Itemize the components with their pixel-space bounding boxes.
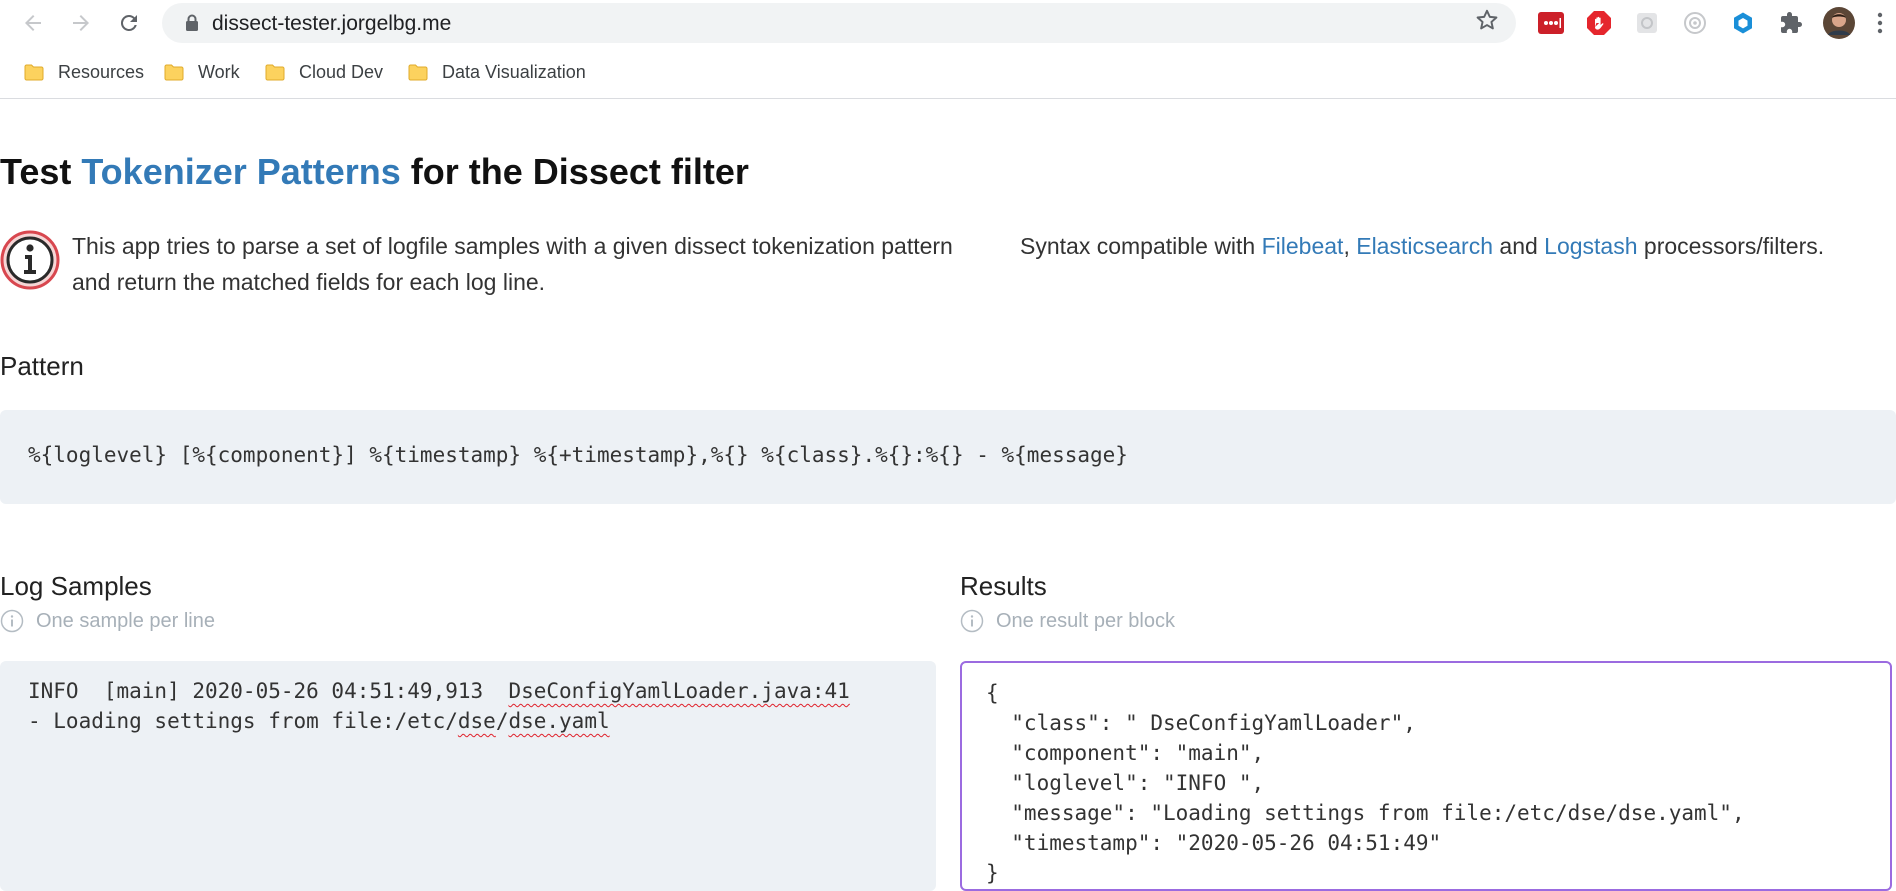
kebab-menu-icon[interactable] — [1870, 6, 1890, 40]
results-hint: One result per block — [960, 609, 1175, 633]
hint-info-icon — [0, 609, 24, 633]
bookmark-label: Work — [198, 61, 240, 82]
star-icon[interactable] — [1474, 7, 1500, 40]
syntax-suffix: processors/filters. — [1637, 233, 1825, 259]
folder-icon — [265, 64, 285, 81]
cube-extension-icon[interactable] — [1726, 6, 1760, 40]
result-line: "loglevel": "INFO ", — [986, 771, 1265, 795]
syntax-prefix: Syntax compatible with — [1020, 233, 1262, 259]
result-line: } — [986, 861, 999, 885]
profile-avatar[interactable] — [1822, 6, 1856, 40]
results-textarea[interactable]: { "class": " DseConfigYamlLoader", "comp… — [960, 661, 1892, 891]
result-line: "class": " DseConfigYamlLoader", — [986, 711, 1416, 735]
bookmark-label: Cloud Dev — [299, 61, 384, 82]
spellcheck-word: DseConfigYamlLoader.java:41 — [508, 679, 850, 703]
folder-icon — [164, 64, 184, 81]
syntax-comma: , — [1343, 233, 1357, 259]
logstash-link[interactable]: Logstash — [1544, 233, 1637, 259]
result-line: "timestamp": "2020-05-26 04:51:49" — [986, 831, 1442, 855]
log-samples-textarea[interactable]: INFO [main] 2020-05-26 04:51:49,913 DseC… — [0, 661, 936, 891]
url-text: dissect-tester.jorgelbg.me — [212, 12, 452, 35]
bookmark-resources[interactable]: Resources — [24, 55, 144, 89]
pattern-input[interactable]: %{loglevel} [%{component}] %{timestamp} … — [0, 410, 1896, 504]
log-samples-hint: One sample per line — [0, 609, 215, 633]
back-arrow-icon[interactable] — [16, 6, 50, 40]
results-content: { "class": " DseConfigYamlLoader", "comp… — [986, 678, 1745, 888]
result-line: "message": "Loading settings from file:/… — [986, 801, 1745, 825]
adblock-extension-icon[interactable] — [1582, 6, 1616, 40]
grey-extension-icon[interactable] — [1630, 6, 1664, 40]
result-line: "component": "main", — [986, 741, 1265, 765]
results-heading: Results — [960, 571, 1047, 601]
forward-arrow-icon[interactable] — [64, 6, 98, 40]
bookmark-data-visualization[interactable]: Data Visualization — [408, 55, 586, 89]
sample-text: INFO [main] 2020-05-26 04:51:49,913 — [28, 679, 509, 703]
log-samples-content: INFO [main] 2020-05-26 04:51:49,913 DseC… — [28, 676, 850, 736]
folder-icon — [408, 64, 428, 81]
log-samples-heading: Log Samples — [0, 571, 152, 601]
bookmark-work[interactable]: Work — [164, 55, 240, 89]
page-title: Test Tokenizer Patterns for the Dissect … — [0, 151, 749, 193]
lastpass-extension-icon[interactable] — [1534, 6, 1568, 40]
pattern-heading: Pattern — [0, 351, 84, 381]
extensions-icon[interactable] — [1774, 6, 1808, 40]
hint-text: One sample per line — [36, 609, 215, 632]
spellcheck-word: dse — [457, 709, 496, 733]
spellcheck-word: dse.yaml — [508, 709, 610, 733]
elasticsearch-link[interactable]: Elasticsearch — [1356, 233, 1493, 259]
pattern-value: %{loglevel} [%{component}] %{timestamp} … — [28, 443, 1128, 467]
bookmark-label: Data Visualization — [442, 61, 586, 82]
syntax-and: and — [1493, 233, 1545, 259]
hint-text: One result per block — [996, 609, 1175, 632]
hint-info-icon — [960, 609, 984, 633]
title-suffix: for the Dissect filter — [400, 151, 749, 192]
sample-text: / — [495, 709, 509, 733]
app-description: This app tries to parse a set of logfile… — [72, 233, 953, 295]
syntax-compatibility: Syntax compatible with Filebeat, Elastic… — [1020, 228, 1824, 264]
target-extension-icon[interactable] — [1678, 6, 1712, 40]
info-badge-icon — [0, 230, 60, 290]
address-bar[interactable]: dissect-tester.jorgelbg.me — [162, 3, 1516, 43]
folder-icon — [24, 64, 44, 81]
result-line: { — [986, 681, 999, 705]
bookmark-label: Resources — [58, 61, 145, 82]
lock-icon — [184, 13, 204, 33]
reload-icon[interactable] — [112, 6, 146, 40]
title-prefix: Test — [0, 151, 82, 192]
tokenizer-patterns-link[interactable]: Tokenizer Patterns — [81, 151, 400, 192]
sample-text: - Loading settings from file:/etc/ — [28, 709, 458, 733]
filebeat-link[interactable]: Filebeat — [1262, 233, 1344, 259]
browser-chrome: dissect-tester.jorgelbg.me Resources Wor… — [0, 0, 1896, 99]
bookmark-cloud-dev[interactable]: Cloud Dev — [265, 55, 383, 89]
